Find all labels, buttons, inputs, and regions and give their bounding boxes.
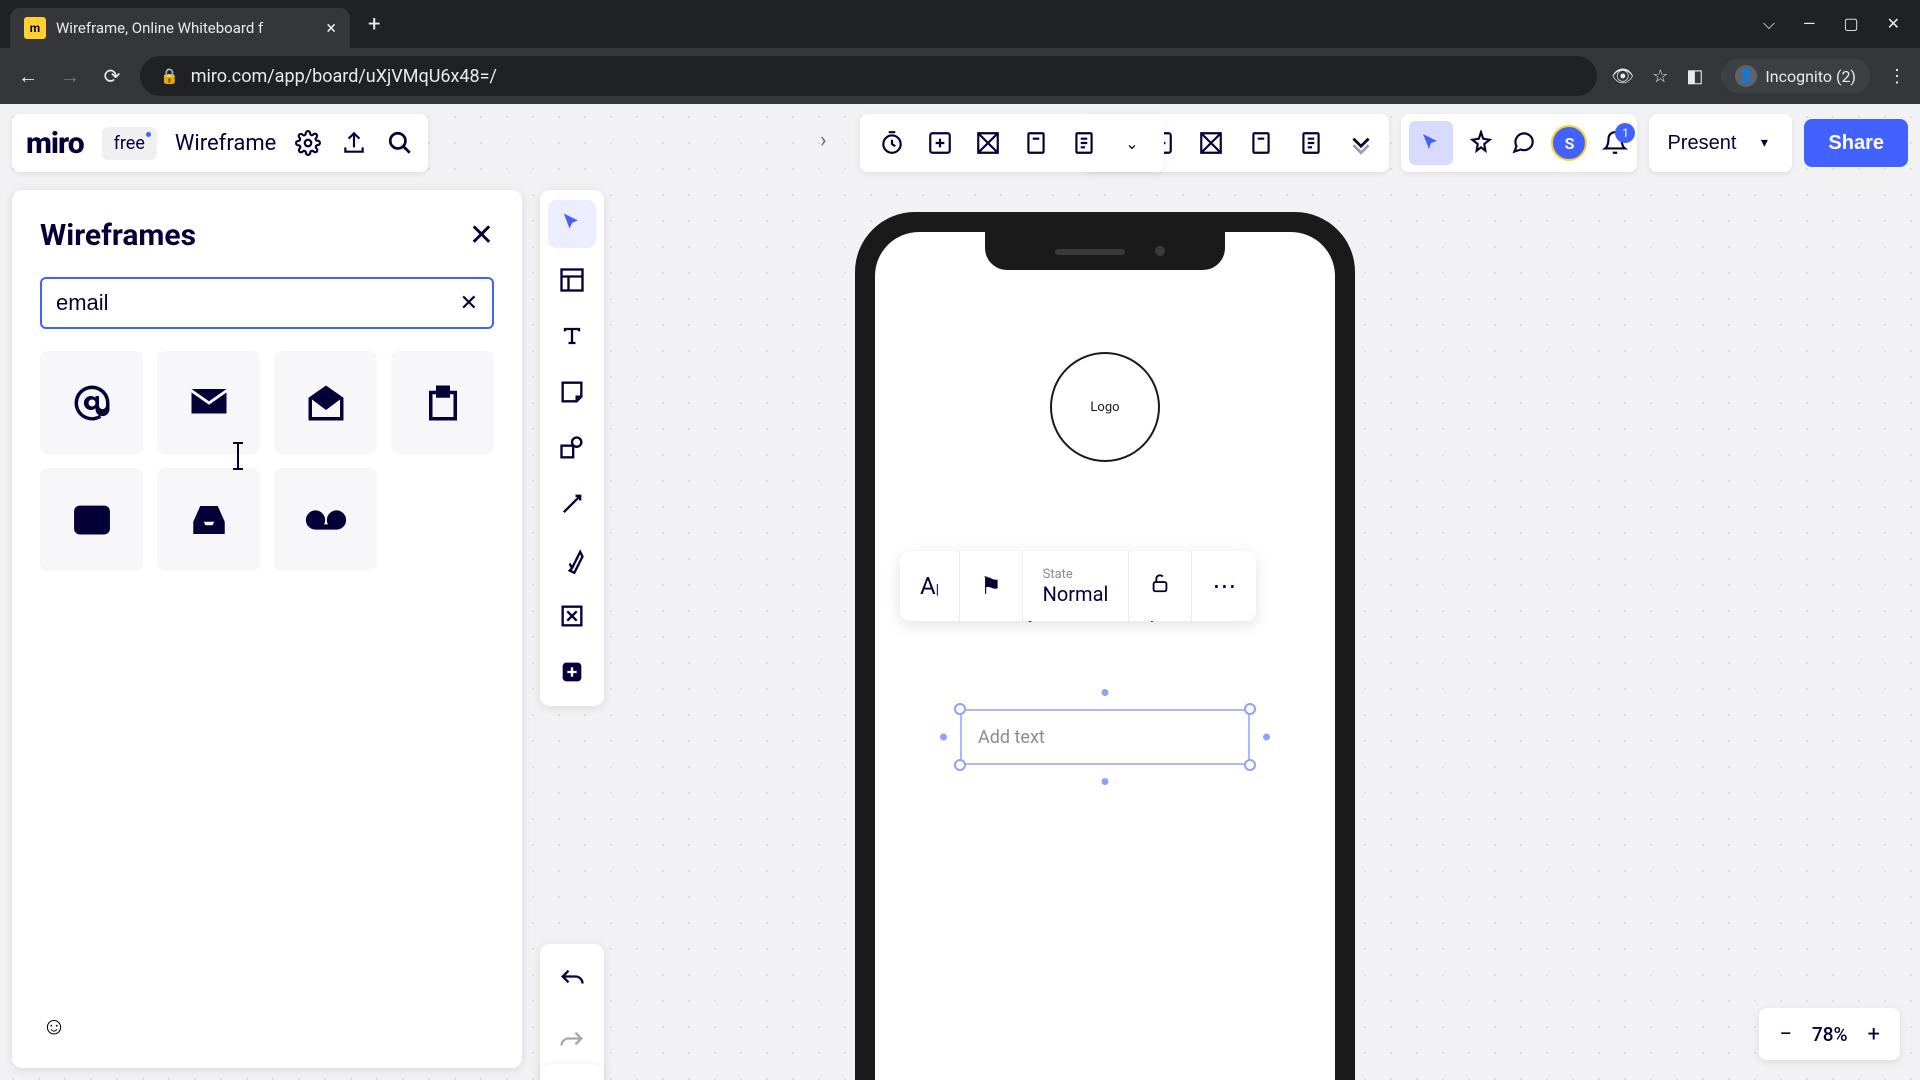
phone-mockup[interactable]: Logo Write your email and password xyxy=(855,212,1355,1080)
flag-button[interactable]: ⚑ xyxy=(960,551,1023,621)
resize-handle[interactable] xyxy=(1244,759,1256,771)
present-button[interactable]: Present xyxy=(1663,132,1740,155)
resize-handle[interactable] xyxy=(1263,734,1270,741)
lock-button[interactable] xyxy=(1129,551,1192,621)
select-tool[interactable] xyxy=(548,200,596,248)
shapes-tool[interactable] xyxy=(548,424,596,472)
panel-title: Wireframes xyxy=(40,218,196,253)
reload-button[interactable]: ⟳ xyxy=(98,64,126,88)
envelope-outline-icon[interactable] xyxy=(40,468,143,571)
wireframe-search[interactable]: ✕ xyxy=(40,277,494,329)
resize-handle[interactable] xyxy=(954,759,966,771)
share-button[interactable]: Share xyxy=(1804,119,1908,167)
incognito-indicator[interactable]: 👤 Incognito (2) xyxy=(1721,59,1870,93)
document-icon[interactable] xyxy=(1297,129,1325,157)
tabs-dropdown-icon[interactable]: ⌵ xyxy=(1763,14,1775,34)
fit-icon[interactable] xyxy=(974,129,1002,157)
voicemail-icon[interactable] xyxy=(274,468,377,571)
more-icon[interactable]: ⌄ xyxy=(1118,129,1146,157)
eye-off-icon[interactable]: 👁 xyxy=(1611,66,1634,87)
note-icon[interactable] xyxy=(1247,129,1275,157)
zoom-controls: − 78% + ? xyxy=(1759,1008,1900,1060)
maximize-icon[interactable]: ▢ xyxy=(1843,14,1858,34)
intercom-icon[interactable]: ☺ xyxy=(32,1004,76,1048)
reactions-icon[interactable] xyxy=(1467,129,1495,157)
clear-search-icon[interactable]: ✕ xyxy=(460,291,478,316)
panel-close-icon[interactable]: ✕ xyxy=(469,218,494,253)
settings-icon[interactable] xyxy=(294,129,322,157)
comment-icon[interactable] xyxy=(1509,129,1537,157)
browser-menu-icon[interactable]: ⋮ xyxy=(1888,66,1906,87)
resize-handle[interactable] xyxy=(1102,778,1109,785)
phone-notch xyxy=(985,232,1225,270)
sticky-note-tool[interactable] xyxy=(548,368,596,416)
zoom-out-button[interactable]: − xyxy=(1779,1022,1792,1047)
export-icon[interactable] xyxy=(340,129,368,157)
wireframes-panel: Wireframes ✕ ✕ ☺ xyxy=(12,190,522,1068)
templates-tool[interactable] xyxy=(548,256,596,304)
card-icon[interactable] xyxy=(1022,129,1050,157)
board-name[interactable]: Wireframe xyxy=(175,131,276,156)
more-options-button[interactable]: ⋯ xyxy=(1192,551,1256,621)
more-tools[interactable] xyxy=(548,648,596,696)
minimap-button[interactable] xyxy=(540,1064,604,1080)
present-dropdown-icon[interactable]: ▾ xyxy=(1750,129,1778,157)
window-close-icon[interactable]: ✕ xyxy=(1887,14,1900,34)
select-mode-button[interactable] xyxy=(1409,121,1453,165)
text-cursor xyxy=(237,444,239,468)
text-style-button[interactable]: A| xyxy=(900,551,960,621)
text-tool[interactable] xyxy=(548,312,596,360)
lock-icon: 🔒 xyxy=(160,67,179,85)
connection-tool[interactable] xyxy=(548,480,596,528)
bookmark-icon[interactable]: ☆ xyxy=(1652,66,1668,87)
search-icon[interactable] xyxy=(386,129,414,157)
clipboard-icon[interactable] xyxy=(391,351,494,454)
miro-favicon: m xyxy=(24,17,46,39)
inbox-icon[interactable] xyxy=(157,468,260,571)
zoom-level[interactable]: 78% xyxy=(1812,1023,1848,1046)
redo-button[interactable] xyxy=(548,1018,596,1066)
miro-logo[interactable]: miro xyxy=(26,126,84,161)
address-bar[interactable]: 🔒 miro.com/app/board/uXjVMqU6x48=/ xyxy=(140,56,1597,96)
doc-icon[interactable] xyxy=(1070,129,1098,157)
at-icon[interactable] xyxy=(40,351,143,454)
selected-text-field[interactable]: Add text xyxy=(960,709,1250,765)
frame-add-icon[interactable] xyxy=(926,129,954,157)
minimize-icon[interactable]: — xyxy=(1803,14,1816,34)
zoom-in-button[interactable]: + xyxy=(1868,1022,1880,1047)
browser-tab[interactable]: m Wireframe, Online Whiteboard f × xyxy=(10,8,350,48)
selection-toolbar: A| ⚑ State Normal ⋯ xyxy=(900,551,1256,621)
timer-icon[interactable] xyxy=(878,129,906,157)
forward-button: → xyxy=(56,64,84,89)
user-avatar[interactable]: S xyxy=(1551,125,1587,161)
notification-badge: 1 xyxy=(1615,123,1635,143)
tool-rail xyxy=(540,190,604,706)
back-button[interactable]: ← xyxy=(14,64,42,89)
presentation-icon[interactable] xyxy=(1197,129,1225,157)
wireframe-search-input[interactable] xyxy=(56,290,450,316)
new-tab-button[interactable]: + xyxy=(368,12,380,37)
undo-button[interactable] xyxy=(548,956,596,1004)
tab-title: Wireframe, Online Whiteboard f xyxy=(56,19,316,37)
incognito-icon: 👤 xyxy=(1735,65,1757,87)
state-dropdown[interactable]: State Normal xyxy=(1023,551,1130,621)
tab-close-icon[interactable]: × xyxy=(326,18,336,39)
text-field-placeholder[interactable]: Add text xyxy=(960,709,1250,765)
more-apps-icon[interactable] xyxy=(1347,129,1375,157)
wireframe-tool[interactable] xyxy=(548,592,596,640)
plan-badge[interactable]: free xyxy=(102,127,157,160)
pen-tool[interactable] xyxy=(548,536,596,584)
envelope-open-icon[interactable] xyxy=(274,351,377,454)
resize-handle[interactable] xyxy=(954,703,966,715)
side-panel-icon[interactable]: ◧ xyxy=(1686,66,1703,87)
notifications-icon[interactable]: 1 xyxy=(1601,129,1629,157)
undo-redo-rail xyxy=(540,944,604,1078)
envelope-solid-icon[interactable] xyxy=(157,351,260,454)
url-text: miro.com/app/board/uXjVMqU6x48=/ xyxy=(191,66,497,87)
resize-handle[interactable] xyxy=(1102,689,1109,696)
resize-handle[interactable] xyxy=(940,734,947,741)
logo-placeholder[interactable]: Logo xyxy=(1050,352,1160,462)
resize-handle[interactable] xyxy=(1244,703,1256,715)
